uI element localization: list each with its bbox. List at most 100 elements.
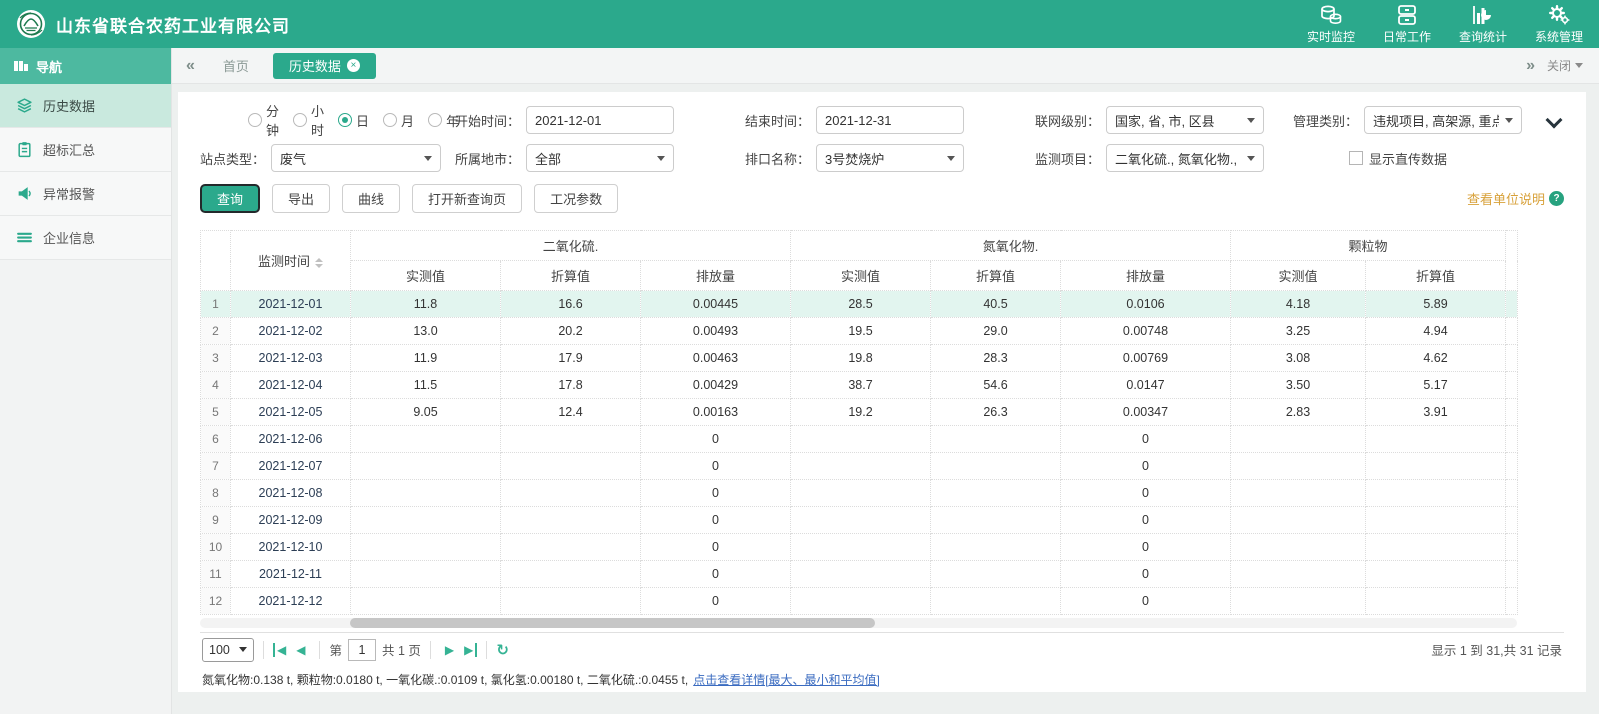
table-row[interactable]: 22021-12-0213.020.20.0049319.529.00.0074… bbox=[201, 318, 1518, 345]
action-button-row: 查询 导出 曲线 打开新查询页 工况参数 查看单位说明 ? bbox=[200, 178, 1564, 218]
value-cell bbox=[501, 588, 641, 615]
value-cell: 26.3 bbox=[931, 399, 1061, 426]
table-row[interactable]: 102021-12-1000 bbox=[201, 534, 1518, 561]
collapse-filters-icon[interactable] bbox=[1546, 112, 1563, 129]
table-row[interactable]: 112021-12-1100 bbox=[201, 561, 1518, 588]
page-number-input[interactable] bbox=[348, 639, 376, 661]
end-time-input[interactable] bbox=[816, 106, 964, 134]
value-cell: 0 bbox=[1061, 561, 1231, 588]
curve-button[interactable]: 曲线 bbox=[342, 184, 400, 213]
page-size-select[interactable]: 100 bbox=[202, 638, 254, 662]
value-cell: 0 bbox=[1061, 534, 1231, 561]
nav-daily-work[interactable]: 日常工作 bbox=[1383, 4, 1431, 45]
partial-cell bbox=[1506, 426, 1518, 453]
scrollbar-thumb[interactable] bbox=[350, 618, 875, 628]
value-cell bbox=[791, 480, 931, 507]
nav-system-manage[interactable]: 系统管理 bbox=[1535, 4, 1583, 45]
pagination-bar: 100 ◀ ◀ 第 共 1 页 ▶ ▶ ↻ 显示 1 到 31,共 31 记录 bbox=[200, 632, 1564, 666]
table-row[interactable]: 82021-12-0800 bbox=[201, 480, 1518, 507]
working-params-button[interactable]: 工况参数 bbox=[534, 184, 618, 213]
partial-cell bbox=[1506, 372, 1518, 399]
sidebar-item-abnormal-alarm[interactable]: 异常报警 bbox=[0, 172, 171, 216]
first-page-icon[interactable]: ◀ bbox=[273, 643, 291, 657]
sidebar-item-history-data[interactable]: 历史数据 bbox=[0, 84, 171, 128]
radio-circle-icon bbox=[248, 113, 262, 127]
unit-description-link[interactable]: 查看单位说明 ? bbox=[1467, 189, 1564, 208]
chevron-down-icon bbox=[1575, 63, 1583, 68]
query-button[interactable]: 查询 bbox=[200, 184, 260, 213]
table-row[interactable]: 52021-12-059.0512.40.0016319.226.30.0034… bbox=[201, 399, 1518, 426]
open-new-query-button[interactable]: 打开新查询页 bbox=[412, 184, 522, 213]
totals-text: 氮氧化物:0.138 t, 颗粒物:0.0180 t, 一氧化碳.:0.0109… bbox=[202, 671, 688, 688]
export-button[interactable]: 导出 bbox=[272, 184, 330, 213]
station-type-select[interactable]: 废气 bbox=[271, 144, 441, 172]
period-radio-label: 日 bbox=[356, 111, 369, 130]
sort-icon[interactable] bbox=[315, 258, 323, 268]
monitor-items-select[interactable]: 二氧化硫., 氮氧化物., 颗粒物 bbox=[1106, 144, 1264, 172]
value-cell bbox=[1366, 534, 1506, 561]
table-row[interactable]: 42021-12-0411.517.80.0042938.754.60.0147… bbox=[201, 372, 1518, 399]
sidebar-item-company-info[interactable]: 企业信息 bbox=[0, 216, 171, 260]
period-radio-分钟[interactable]: 分钟 bbox=[248, 101, 279, 139]
city-select[interactable]: 全部 bbox=[526, 144, 674, 172]
row-number-cell: 4 bbox=[201, 372, 231, 399]
value-cell: 0.00463 bbox=[641, 345, 791, 372]
content-area: « 首页 历史数据 × » 关闭 分钟小时日月年 开始时间： bbox=[172, 48, 1599, 714]
table-row[interactable]: 32021-12-0311.917.90.0046319.828.30.0076… bbox=[201, 345, 1518, 372]
query-stats-icon bbox=[1471, 4, 1495, 26]
help-icon: ? bbox=[1549, 191, 1564, 206]
manage-type-select[interactable]: 违规项目, 高架源, 重点排污 bbox=[1364, 106, 1522, 134]
direct-data-checkbox[interactable] bbox=[1349, 151, 1363, 165]
value-cell: 4.94 bbox=[1366, 318, 1506, 345]
next-page-icon[interactable]: ▶ bbox=[440, 643, 459, 657]
sidebar-title: 导航 bbox=[0, 48, 171, 84]
tabs-scroll-left-icon[interactable]: « bbox=[182, 57, 199, 75]
group-header-氮氧化物.: 氮氧化物. bbox=[791, 231, 1231, 261]
refresh-icon[interactable]: ↻ bbox=[496, 641, 509, 659]
close-menu-label: 关闭 bbox=[1547, 57, 1571, 74]
close-tabs-menu[interactable]: 关闭 bbox=[1547, 57, 1583, 74]
tab-history-data[interactable]: 历史数据 × bbox=[273, 53, 376, 79]
sub-header: 折算值 bbox=[931, 261, 1061, 291]
last-page-icon[interactable]: ▶ bbox=[459, 643, 477, 657]
chevron-down-icon bbox=[424, 156, 432, 161]
time-column-header[interactable]: 监测时间 bbox=[231, 231, 351, 291]
monitor-items-value: 二氧化硫., 氮氧化物., 颗粒物 bbox=[1115, 149, 1241, 168]
nav-grid-icon bbox=[14, 60, 28, 72]
table-row[interactable]: 72021-12-0700 bbox=[201, 453, 1518, 480]
nav-realtime-monitor[interactable]: 实时监控 bbox=[1307, 4, 1355, 45]
tabs-scroll-right-icon[interactable]: » bbox=[1522, 57, 1539, 75]
nav-query-stats[interactable]: 查询统计 bbox=[1459, 4, 1507, 45]
value-cell: 3.91 bbox=[1366, 399, 1506, 426]
period-radio-小时[interactable]: 小时 bbox=[293, 101, 324, 139]
city-label: 所属地市： bbox=[455, 149, 520, 168]
sub-header: 排放量 bbox=[641, 261, 791, 291]
value-cell: 0.0147 bbox=[1061, 372, 1231, 399]
company-title: 山东省联合农药工业有限公司 bbox=[56, 12, 290, 37]
details-link[interactable]: 点击查看详情[最大、最小和平均值] bbox=[693, 671, 880, 688]
main-row: 导航 历史数据 超标汇总 bbox=[0, 48, 1599, 714]
tab-home[interactable]: 首页 bbox=[207, 53, 265, 79]
period-radio-月[interactable]: 月 bbox=[383, 111, 414, 130]
nav-label: 实时监控 bbox=[1307, 28, 1355, 45]
network-level-select[interactable]: 国家, 省, 市, 区县 bbox=[1106, 106, 1264, 134]
prev-page-icon[interactable]: ◀ bbox=[291, 643, 310, 657]
value-cell bbox=[931, 534, 1061, 561]
period-radio-日[interactable]: 日 bbox=[338, 111, 369, 130]
value-cell: 40.5 bbox=[931, 291, 1061, 318]
time-cell: 2021-12-09 bbox=[231, 507, 351, 534]
start-time-input[interactable] bbox=[526, 106, 674, 134]
value-cell: 28.5 bbox=[791, 291, 931, 318]
table-row[interactable]: 12021-12-0111.816.60.0044528.540.50.0106… bbox=[201, 291, 1518, 318]
outlet-select[interactable]: 3号焚烧炉 bbox=[816, 144, 964, 172]
table-row[interactable]: 92021-12-0900 bbox=[201, 507, 1518, 534]
sidebar-item-exceed-summary[interactable]: 超标汇总 bbox=[0, 128, 171, 172]
group-header-颗粒物: 颗粒物 bbox=[1231, 231, 1506, 261]
table-row[interactable]: 62021-12-0600 bbox=[201, 426, 1518, 453]
tab-close-icon[interactable]: × bbox=[347, 59, 360, 72]
realtime-monitor-icon bbox=[1319, 4, 1343, 26]
partial-cell bbox=[1506, 291, 1518, 318]
table-row[interactable]: 122021-12-1200 bbox=[201, 588, 1518, 615]
divider bbox=[486, 641, 487, 659]
horizontal-scrollbar[interactable] bbox=[200, 618, 1517, 628]
